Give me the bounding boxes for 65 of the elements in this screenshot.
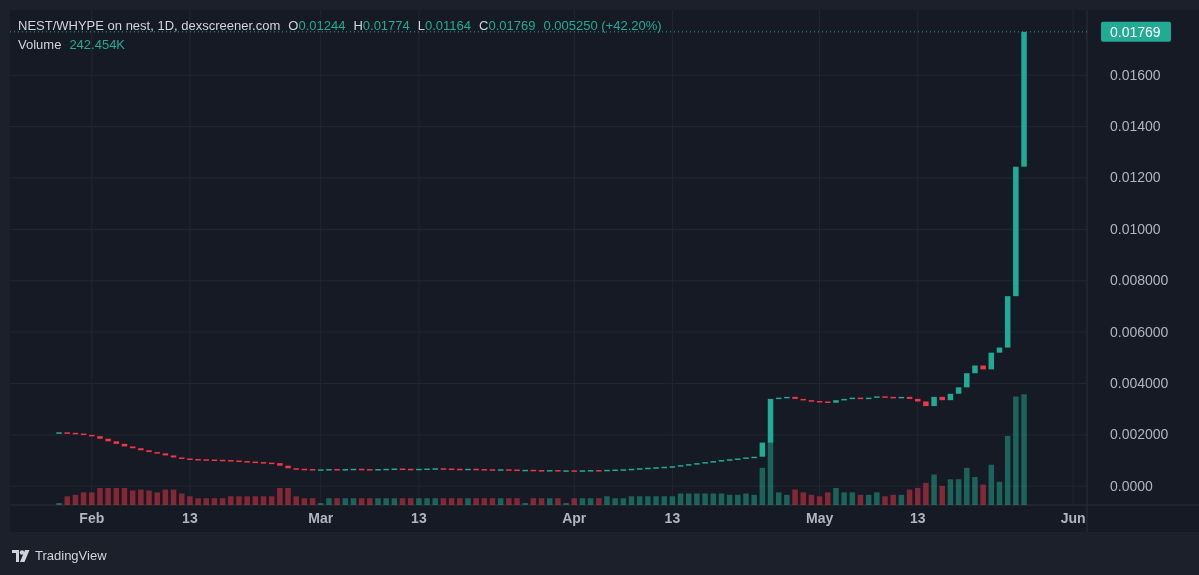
ohlc-label: L (417, 18, 426, 33)
time-axis-label: 13 (182, 510, 198, 526)
candle (473, 468, 479, 471)
last-price-tag: 0.01769 (1101, 21, 1171, 42)
candle (841, 398, 847, 401)
volume-label: Volume (18, 37, 62, 52)
price-axis-label: 0.01200 (1110, 169, 1161, 186)
candle (833, 400, 839, 403)
price-axis-label: 0.0000 (1110, 477, 1153, 494)
time-axis-label: Feb (79, 510, 105, 526)
volume-value: 242.454K (69, 37, 126, 52)
candle (277, 463, 283, 466)
candle (661, 466, 667, 469)
candle (514, 469, 520, 472)
candle (522, 469, 528, 472)
candle (784, 396, 790, 399)
brand-name: TradingView (35, 548, 107, 563)
chart-title: NEST/WHYPE on nest, 1D, dexscreener.com (18, 18, 281, 33)
candle (972, 365, 978, 374)
ohlc-value: 0.01244 (298, 18, 346, 33)
price-axis-label: 0.01000 (1110, 220, 1161, 237)
ohlc-label: O (288, 18, 299, 33)
price-axis-label: 0.004000 (1110, 375, 1169, 391)
time-axis-label: Apr (562, 510, 587, 526)
ohlc-value: 0.01769 (488, 18, 536, 33)
ohlc-value: 0.01774 (362, 18, 410, 33)
candle (416, 468, 422, 471)
candle (751, 456, 757, 459)
candle (105, 438, 111, 442)
candle (923, 401, 929, 407)
price-change: 0.005250 (+42.20%) (543, 18, 662, 33)
candle (146, 450, 152, 453)
time-axis-label: Mar (308, 510, 334, 526)
candle (645, 467, 651, 470)
price-axis-label: 0.008000 (1110, 272, 1169, 289)
candle (89, 434, 95, 437)
candle (97, 436, 103, 439)
candle (931, 396, 937, 407)
time-axis-label: 13 (909, 510, 926, 526)
candle (890, 396, 896, 399)
ohlc-value: 0.01164 (425, 18, 472, 33)
time-axis-label: 13 (664, 510, 681, 526)
candle (792, 396, 798, 399)
ohlc-label: H (353, 18, 363, 33)
candle (612, 469, 618, 472)
ohlc-label: C (479, 18, 489, 33)
candle (800, 398, 806, 401)
candle (939, 396, 945, 401)
price-axis-label: 0.006000 (1110, 323, 1169, 340)
price-axis-label: 0.002000 (1110, 426, 1169, 443)
candle (964, 373, 970, 388)
logo-icon (12, 549, 30, 562)
candle (980, 365, 986, 370)
candle (236, 460, 242, 463)
time-axis-label: May (805, 510, 834, 526)
candle (383, 468, 389, 471)
price-axis-label: 0.01400 (1110, 118, 1161, 135)
candle (285, 465, 291, 469)
candle (604, 469, 610, 472)
price-axis-label: 0.01600 (1110, 66, 1161, 83)
candle (457, 468, 463, 471)
candle (465, 468, 471, 471)
time-axis-label: Jun (1060, 510, 1086, 526)
candle (138, 448, 144, 451)
time-axis-label: 13 (411, 510, 427, 526)
